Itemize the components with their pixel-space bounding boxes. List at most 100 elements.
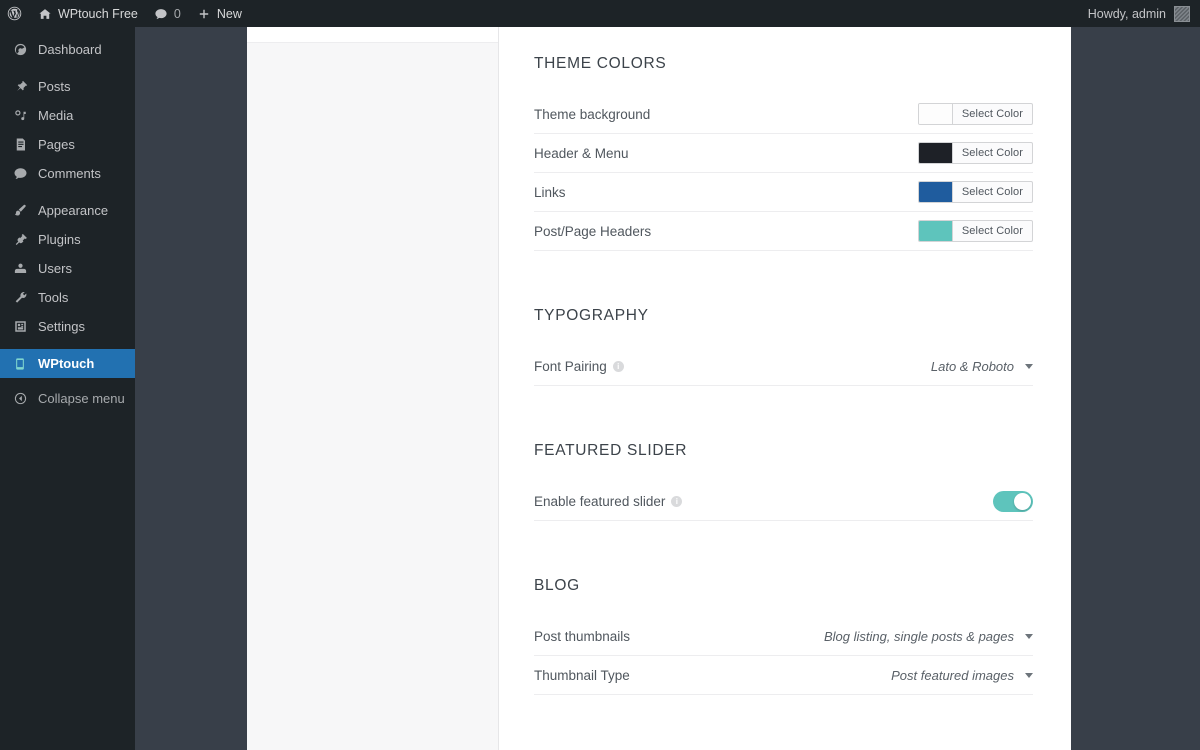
collapse-arrow-icon bbox=[11, 391, 29, 406]
wordpress-logo-icon bbox=[7, 6, 22, 21]
color-swatch[interactable] bbox=[918, 182, 953, 202]
wptouch-settings-list-panel bbox=[247, 27, 499, 750]
page-icon bbox=[11, 137, 29, 152]
wptouch-icon bbox=[11, 357, 29, 371]
section-title: BLOG bbox=[534, 577, 580, 594]
setting-row-enable-featured-slider: Enable featured slider i bbox=[534, 482, 1033, 521]
section-title: TYPOGRAPHY bbox=[534, 307, 649, 324]
setting-label: Header & Menu bbox=[534, 145, 629, 161]
sidebar-item-label: Settings bbox=[38, 319, 85, 334]
sidebar-item-media[interactable]: Media bbox=[0, 101, 135, 130]
sidebar-item-label: Plugins bbox=[38, 232, 81, 247]
section-title: FEATURED SLIDER bbox=[534, 442, 688, 459]
select-value: Blog listing, single posts & pages bbox=[823, 628, 1014, 644]
color-swatch[interactable] bbox=[918, 221, 953, 241]
section-blog: BLOG Post thumbnails Blog listing, singl… bbox=[534, 547, 1033, 695]
info-icon[interactable]: i bbox=[671, 495, 683, 507]
media-icon bbox=[11, 108, 29, 123]
sidebar-item-label: Tools bbox=[38, 290, 69, 305]
sidebar-item-users[interactable]: Users bbox=[0, 254, 135, 283]
list-panel-top-strip bbox=[247, 27, 498, 43]
select-thumbnail-type[interactable]: Post featured images bbox=[891, 668, 1033, 683]
setting-row-header-menu: Header & Menu Select Color bbox=[534, 134, 1033, 173]
section-title: THEME COLORS bbox=[534, 55, 667, 72]
wordpress-admin-screen: WPtouch Free 0 New Howdy, admin Dashboar… bbox=[0, 0, 1200, 750]
setting-label: Enable featured slider bbox=[534, 493, 666, 509]
setting-label: Thumbnail Type bbox=[534, 667, 630, 683]
collapse-menu-button[interactable]: Collapse menu bbox=[0, 384, 135, 413]
wordpress-logo-button[interactable] bbox=[0, 0, 30, 27]
wptouch-nav-panel bbox=[135, 27, 247, 750]
sidebar-item-plugins[interactable]: Plugins bbox=[0, 225, 135, 254]
section-featured-slider: FEATURED SLIDER Enable featured slider i bbox=[534, 412, 1033, 521]
setting-label-wrap: Font Pairing i bbox=[534, 359, 624, 374]
pin-icon bbox=[11, 79, 29, 94]
color-picker-links[interactable]: Select Color bbox=[917, 181, 1033, 203]
color-picker-header-menu[interactable]: Select Color bbox=[917, 142, 1033, 164]
sidebar-item-label: Posts bbox=[38, 79, 71, 94]
setting-label: Post thumbnails bbox=[534, 628, 631, 644]
chevron-down-icon bbox=[1025, 363, 1033, 369]
comment-bubble-icon bbox=[11, 166, 29, 181]
dashboard-icon bbox=[11, 42, 29, 57]
howdy-label: Howdy, admin bbox=[1087, 6, 1166, 21]
sidebar-item-dashboard[interactable]: Dashboard bbox=[0, 35, 135, 64]
setting-row-font-pairing: Font Pairing i Lato & Roboto bbox=[534, 347, 1033, 386]
new-content-menu[interactable]: New bbox=[189, 0, 250, 27]
sidebar-item-settings[interactable]: Settings bbox=[0, 312, 135, 341]
chevron-down-icon bbox=[1025, 633, 1033, 639]
sidebar-item-label: WPtouch bbox=[38, 356, 95, 371]
sidebar-item-label: Media bbox=[38, 108, 74, 123]
sidebar-item-posts[interactable]: Posts bbox=[0, 72, 135, 101]
setting-label: Font Pairing bbox=[534, 358, 607, 374]
sidebar-item-label: Dashboard bbox=[38, 42, 102, 57]
settings-sliders-icon bbox=[11, 319, 29, 334]
right-background-fill bbox=[1071, 27, 1200, 750]
setting-label: Post/Page Headers bbox=[534, 223, 652, 239]
color-swatch[interactable] bbox=[918, 143, 953, 163]
site-name-menu[interactable]: WPtouch Free bbox=[30, 0, 146, 27]
section-typography: TYPOGRAPHY Font Pairing i Lato & Roboto bbox=[534, 277, 1033, 386]
sidebar-item-wptouch[interactable]: WPtouch bbox=[0, 349, 135, 378]
paintbrush-icon bbox=[11, 203, 29, 218]
settings-content-area: THEME COLORS Theme background Select Col… bbox=[499, 27, 1071, 750]
toggle-knob bbox=[1014, 492, 1031, 510]
select-font-pairing[interactable]: Lato & Roboto bbox=[931, 359, 1033, 374]
sidebar-item-appearance[interactable]: Appearance bbox=[0, 196, 135, 225]
toggle-enable-featured-slider[interactable] bbox=[993, 490, 1033, 512]
setting-label-wrap: Enable featured slider i bbox=[534, 493, 683, 509]
color-swatch[interactable] bbox=[918, 104, 953, 124]
info-icon[interactable]: i bbox=[612, 360, 624, 372]
comments-count: 0 bbox=[173, 6, 181, 21]
sidebar-item-label: Users bbox=[38, 261, 72, 276]
setting-label: Links bbox=[534, 184, 566, 200]
sidebar-item-tools[interactable]: Tools bbox=[0, 283, 135, 312]
plus-icon bbox=[197, 7, 211, 21]
sidebar-item-comments[interactable]: Comments bbox=[0, 159, 135, 188]
plug-icon bbox=[11, 232, 29, 247]
select-color-button[interactable]: Select Color bbox=[953, 221, 1032, 241]
setting-row-post-thumbnails: Post thumbnails Blog listing, single pos… bbox=[534, 617, 1033, 656]
select-post-thumbnails[interactable]: Blog listing, single posts & pages bbox=[824, 629, 1033, 644]
comment-bubble-icon bbox=[154, 7, 168, 21]
wrench-icon bbox=[11, 290, 29, 305]
setting-row-theme-background: Theme background Select Color bbox=[534, 95, 1033, 134]
admin-bar: WPtouch Free 0 New Howdy, admin bbox=[0, 0, 1200, 27]
site-name-label: WPtouch Free bbox=[58, 6, 138, 21]
setting-row-thumbnail-type: Thumbnail Type Post featured images bbox=[534, 656, 1033, 695]
setting-label: Theme background bbox=[534, 106, 651, 122]
select-color-button[interactable]: Select Color bbox=[953, 143, 1032, 163]
section-theme-colors: THEME COLORS Theme background Select Col… bbox=[534, 27, 1033, 251]
color-picker-theme-background[interactable]: Select Color bbox=[917, 103, 1033, 125]
account-menu[interactable]: Howdy, admin bbox=[1087, 5, 1200, 22]
sidebar-item-label: Pages bbox=[38, 137, 75, 152]
comments-bubble-button[interactable]: 0 bbox=[146, 0, 189, 27]
select-color-button[interactable]: Select Color bbox=[953, 104, 1032, 124]
select-color-button[interactable]: Select Color bbox=[953, 182, 1032, 202]
new-label: New bbox=[216, 6, 242, 21]
sidebar-item-pages[interactable]: Pages bbox=[0, 130, 135, 159]
color-picker-post-page-headers[interactable]: Select Color bbox=[917, 220, 1033, 242]
